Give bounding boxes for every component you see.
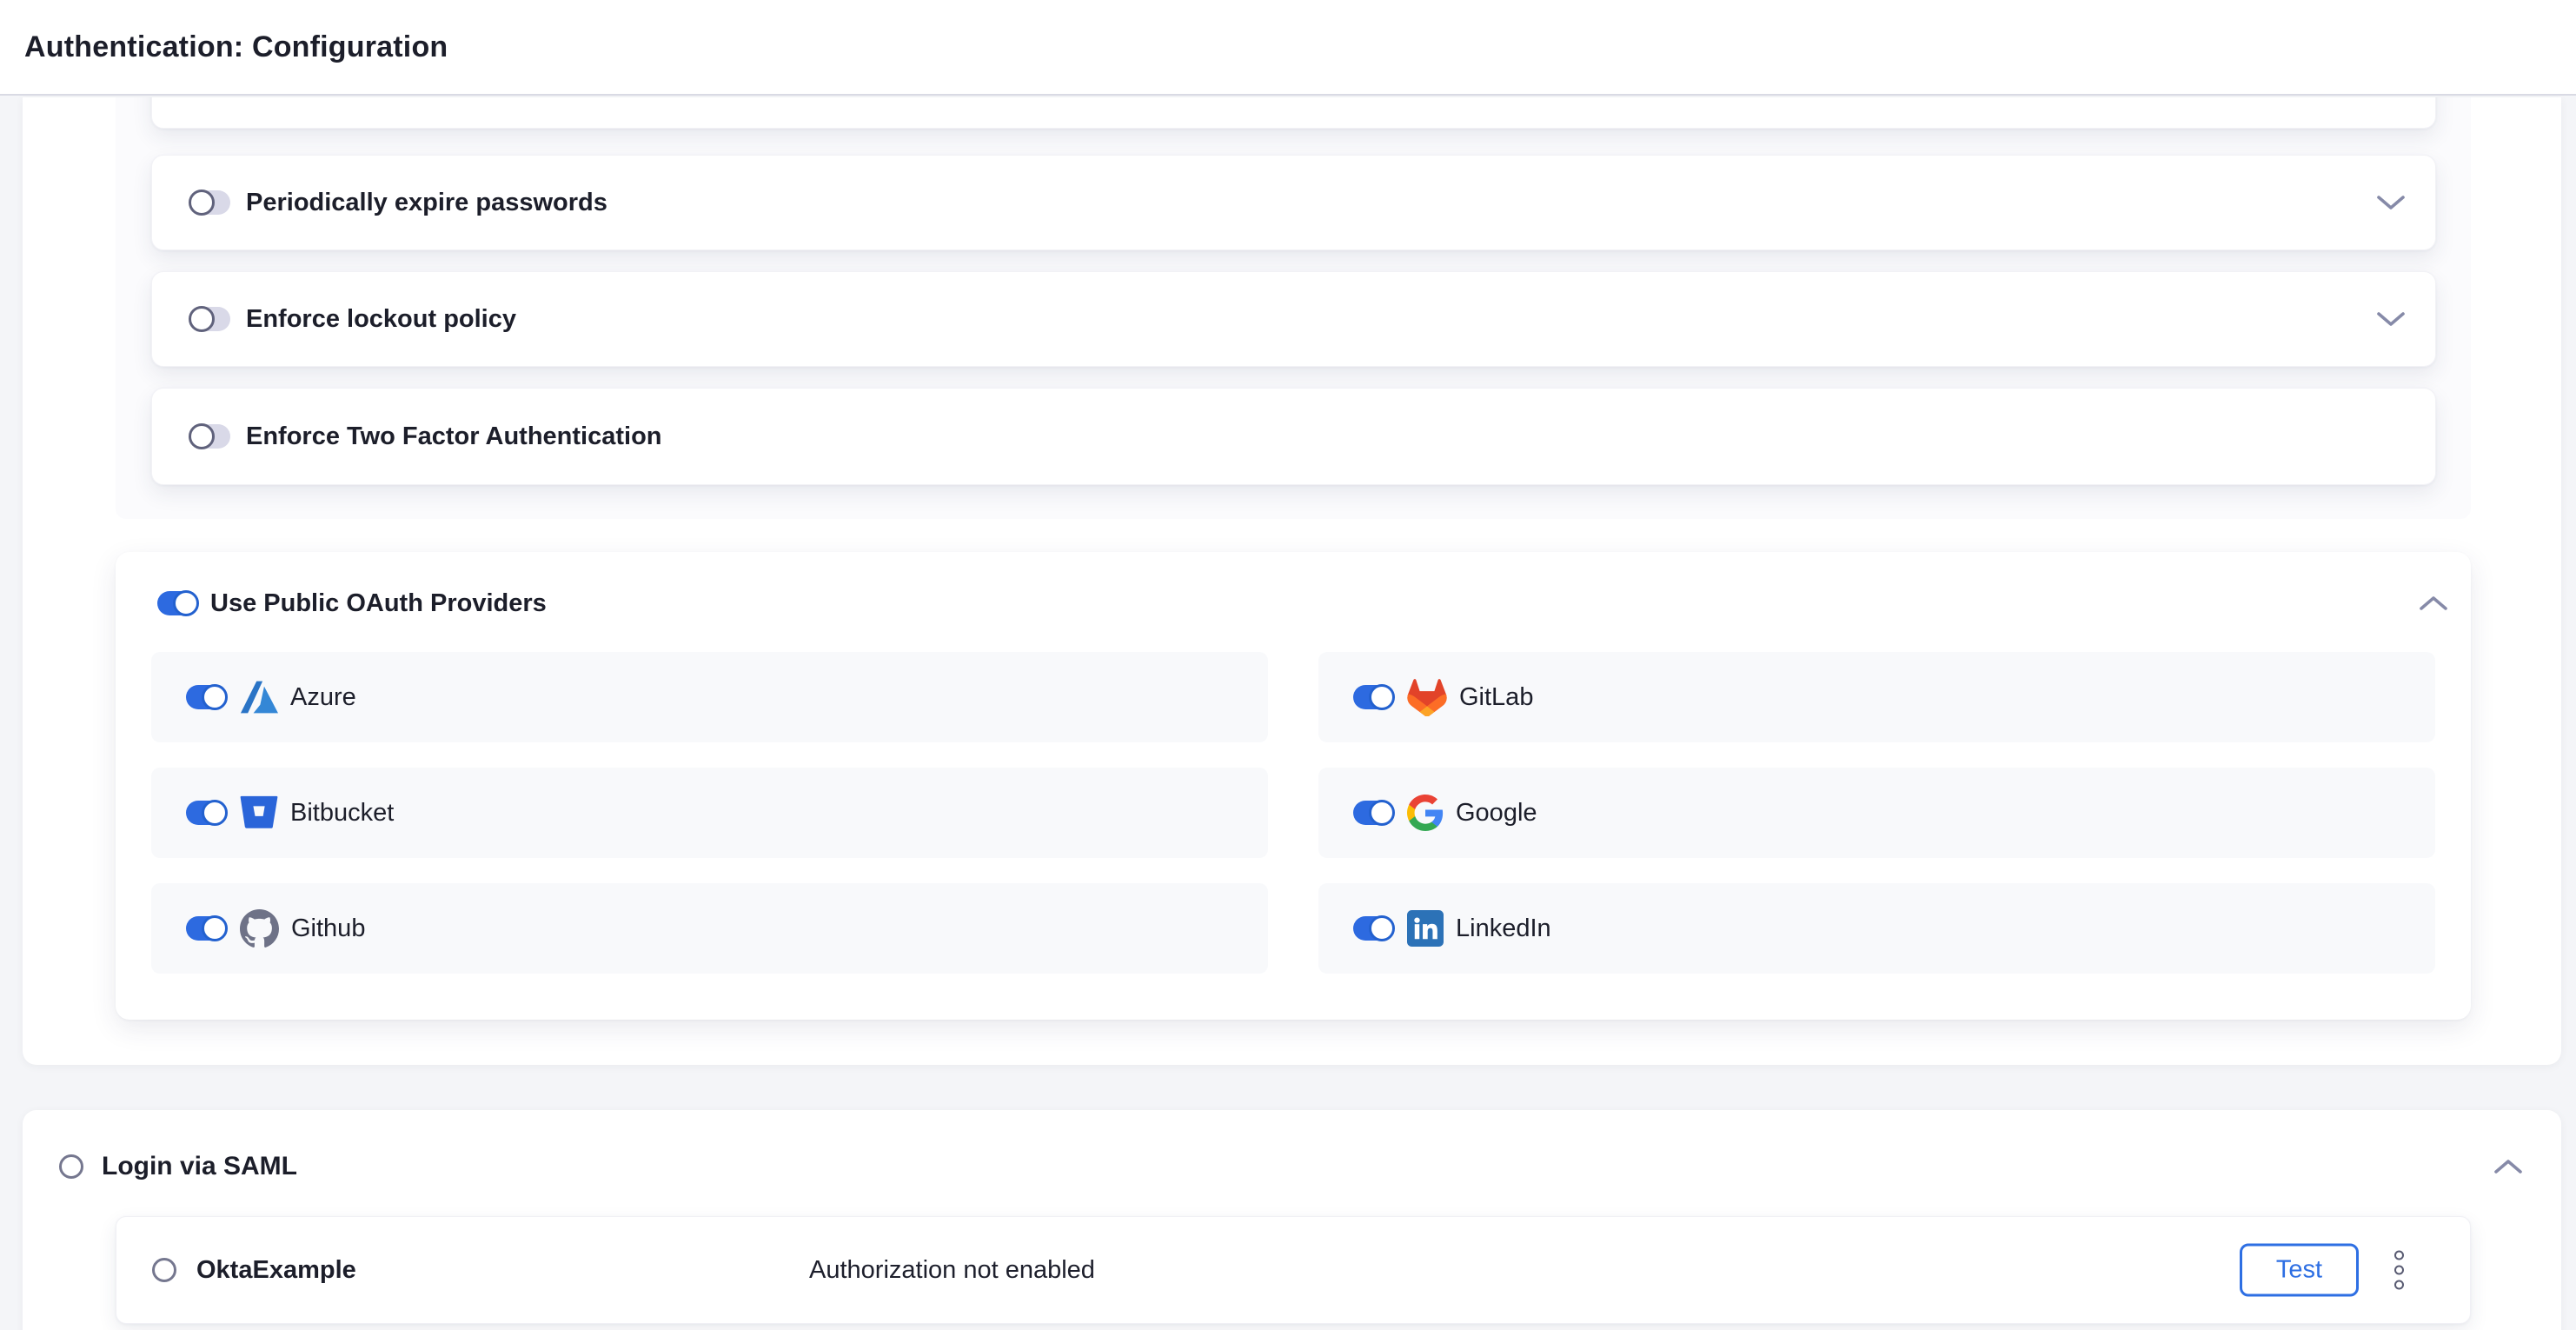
provider-name: LinkedIn	[1456, 914, 1551, 943]
toggle-knob	[189, 190, 215, 216]
gitlab-icon	[1407, 678, 1447, 716]
page-header: Authentication: Configuration	[0, 0, 2576, 96]
linkedin-toggle[interactable]	[1353, 916, 1393, 941]
azure-icon	[240, 680, 278, 715]
azure-toggle[interactable]	[186, 685, 226, 709]
setting-row-label: Enforce lockout policy	[246, 305, 516, 334]
saml-section-card: Login via SAML OktaExample Authorization…	[23, 1110, 2561, 1330]
page-title: Authentication: Configuration	[24, 30, 448, 64]
toggle-knob	[202, 800, 228, 826]
toggle-knob	[1369, 915, 1395, 941]
truncated-setting-row[interactable]	[151, 97, 2436, 129]
provider-row-azure: Azure	[151, 652, 1268, 742]
login-via-saml-radio[interactable]	[59, 1154, 83, 1179]
connection-name: OktaExample	[196, 1256, 356, 1285]
chevron-up-icon[interactable]	[2419, 594, 2448, 613]
password-settings-list: Periodically expire passwords Enforce lo…	[116, 97, 2471, 519]
oauth-providers-card: Use Public OAuth Providers Azure	[116, 552, 2471, 1020]
toggle-knob	[1369, 800, 1395, 826]
provider-name: Google	[1456, 799, 1537, 828]
chevron-down-icon[interactable]	[2376, 309, 2406, 329]
kebab-dot	[2394, 1280, 2404, 1290]
saml-section-title: Login via SAML	[102, 1152, 297, 1181]
periodically-expire-passwords-toggle[interactable]	[190, 190, 230, 215]
toggle-knob	[173, 590, 199, 616]
provider-name: Azure	[290, 683, 356, 712]
bitbucket-toggle[interactable]	[186, 801, 226, 825]
provider-row-gitlab: GitLab	[1318, 652, 2435, 742]
enforce-two-factor-toggle[interactable]	[190, 424, 230, 449]
provider-row-github: Github	[151, 883, 1268, 974]
toggle-knob	[189, 423, 215, 449]
provider-row-linkedin: LinkedIn	[1318, 883, 2435, 974]
provider-name: Bitbucket	[290, 799, 394, 828]
gitlab-toggle[interactable]	[1353, 685, 1393, 709]
google-toggle[interactable]	[1353, 801, 1393, 825]
setting-row-enforce-two-factor[interactable]: Enforce Two Factor Authentication	[151, 388, 2436, 485]
enforce-lockout-policy-toggle[interactable]	[190, 307, 230, 331]
setting-row-enforce-lockout-policy[interactable]: Enforce lockout policy	[151, 271, 2436, 367]
oauth-providers-grid: Azure GitLab	[151, 652, 2435, 974]
setting-row-label: Periodically expire passwords	[246, 189, 607, 217]
provider-name: GitLab	[1459, 683, 1533, 712]
setting-row-periodically-expire-passwords[interactable]: Periodically expire passwords	[151, 155, 2436, 250]
provider-row-bitbucket: Bitbucket	[151, 768, 1268, 858]
login-password-section-card: Periodically expire passwords Enforce lo…	[23, 97, 2561, 1065]
kebab-dot	[2394, 1266, 2404, 1275]
github-icon	[240, 909, 279, 948]
authentication-settings-page: Authentication: Configuration Periodical…	[0, 0, 2576, 1330]
provider-name: Github	[291, 914, 365, 943]
provider-row-google: Google	[1318, 768, 2435, 858]
toggle-knob	[1369, 684, 1395, 710]
toggle-knob	[202, 684, 228, 710]
github-toggle[interactable]	[186, 916, 226, 941]
linkedin-icon	[1407, 910, 1444, 947]
oauth-providers-title: Use Public OAuth Providers	[210, 589, 547, 618]
setting-row-label: Enforce Two Factor Authentication	[246, 422, 662, 451]
kebab-menu-icon[interactable]	[2391, 1247, 2407, 1293]
toggle-knob	[189, 306, 215, 332]
test-button[interactable]: Test	[2240, 1244, 2359, 1297]
bitbucket-icon	[240, 795, 278, 831]
connection-status: Authorization not enabled	[809, 1256, 1095, 1285]
chevron-up-icon[interactable]	[2493, 1157, 2523, 1176]
saml-section-header[interactable]: Login via SAML	[23, 1110, 2561, 1223]
kebab-dot	[2394, 1251, 2404, 1260]
okta-connection-radio[interactable]	[152, 1258, 176, 1282]
chevron-down-icon[interactable]	[2376, 193, 2406, 212]
use-public-oauth-providers-toggle[interactable]	[157, 591, 197, 615]
saml-connection-row: OktaExample Authorization not enabled Te…	[116, 1216, 2471, 1324]
toggle-knob	[202, 915, 228, 941]
oauth-providers-header[interactable]: Use Public OAuth Providers	[116, 552, 2471, 655]
google-icon	[1407, 795, 1444, 831]
